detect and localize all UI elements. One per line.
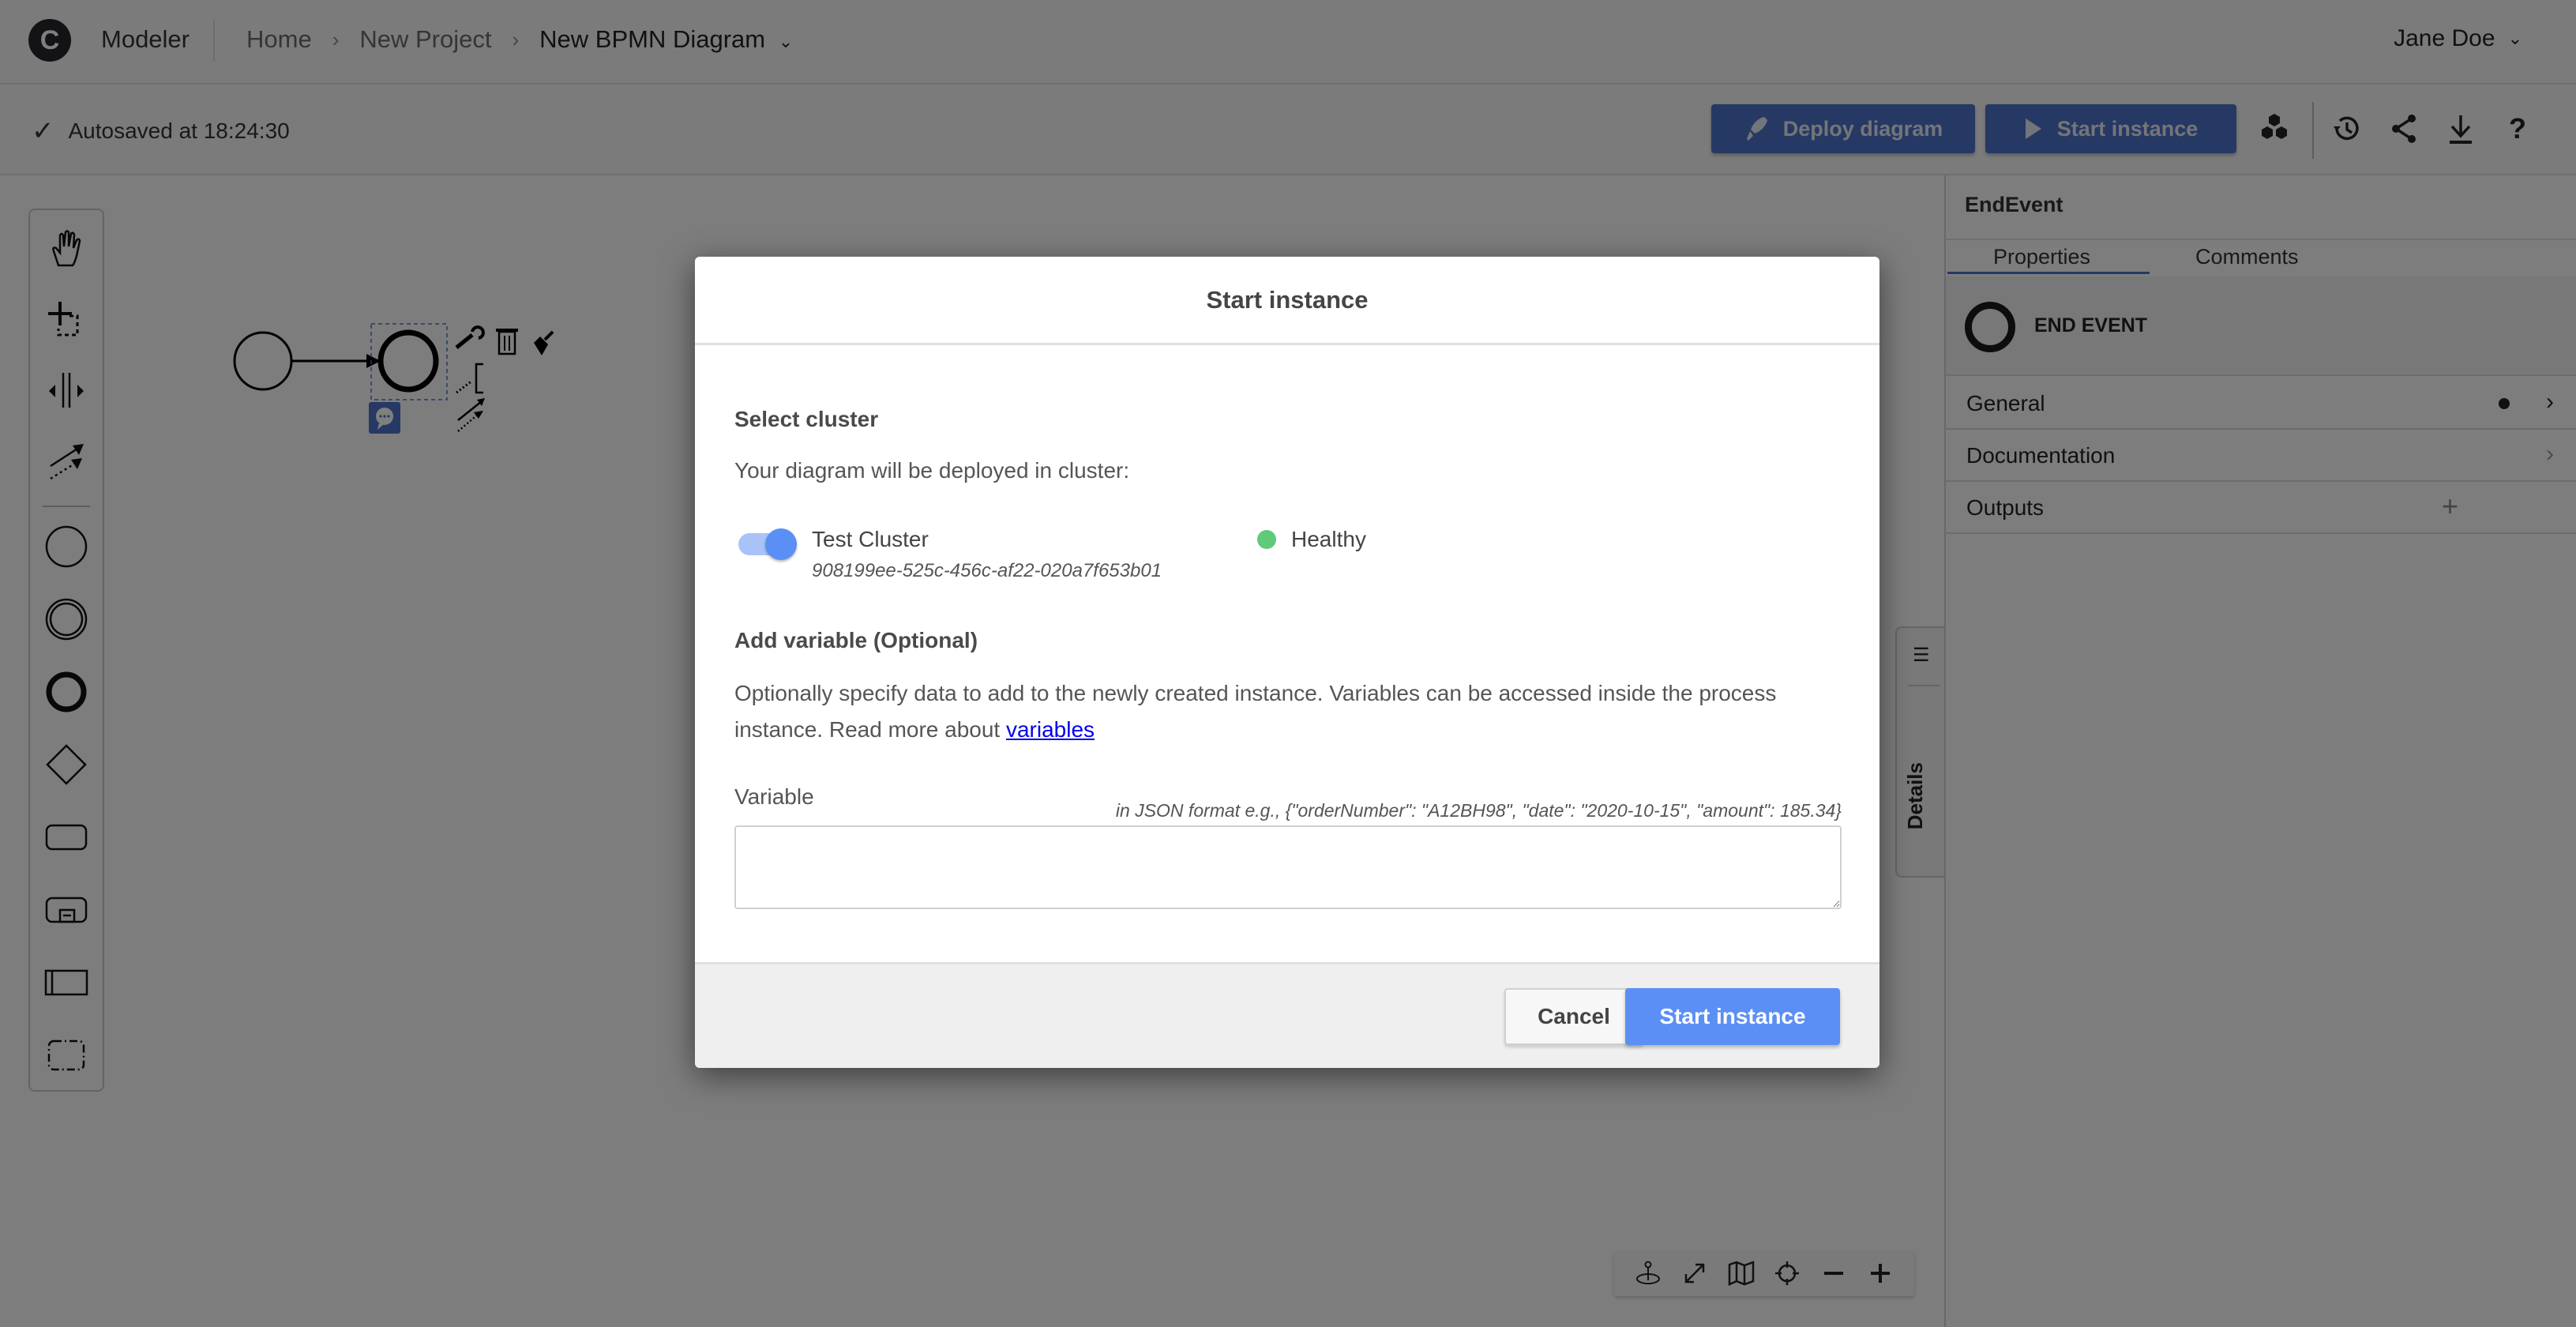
cluster-name: Test Cluster xyxy=(812,527,929,551)
variables-doc-link[interactable]: variables xyxy=(1006,717,1095,742)
health-status-dot xyxy=(1257,530,1276,549)
variable-format-hint: in JSON format e.g., {"orderNumber": "A1… xyxy=(1115,800,1842,821)
variable-field-label: Variable xyxy=(734,784,814,809)
start-instance-modal: Start instance Select cluster Your diagr… xyxy=(695,257,1879,1068)
variable-description-text: Optionally specify data to add to the ne… xyxy=(734,681,1777,742)
cluster-option: Test Cluster 908199ee-525c-456c-af22-020… xyxy=(738,524,1844,587)
modal-footer: Cancel Start instance xyxy=(695,962,1879,1068)
cluster-description: Your diagram will be deployed in cluster… xyxy=(734,458,1130,483)
add-variable-heading: Add variable (Optional) xyxy=(734,628,978,652)
cancel-button[interactable]: Cancel xyxy=(1504,988,1643,1045)
modal-title: Start instance xyxy=(1206,285,1369,314)
start-instance-submit-button[interactable]: Start instance xyxy=(1625,988,1840,1045)
health-status-label: Healthy xyxy=(1291,527,1366,551)
cluster-id: 908199ee-525c-456c-af22-020a7f653b01 xyxy=(812,560,1162,581)
toggle-knob xyxy=(765,528,797,560)
modal-header: Start instance xyxy=(695,257,1879,345)
variable-description: Optionally specify data to add to the ne… xyxy=(734,675,1840,748)
cluster-toggle[interactable] xyxy=(738,528,798,560)
variable-input[interactable] xyxy=(734,825,1842,909)
select-cluster-heading: Select cluster xyxy=(734,407,879,431)
